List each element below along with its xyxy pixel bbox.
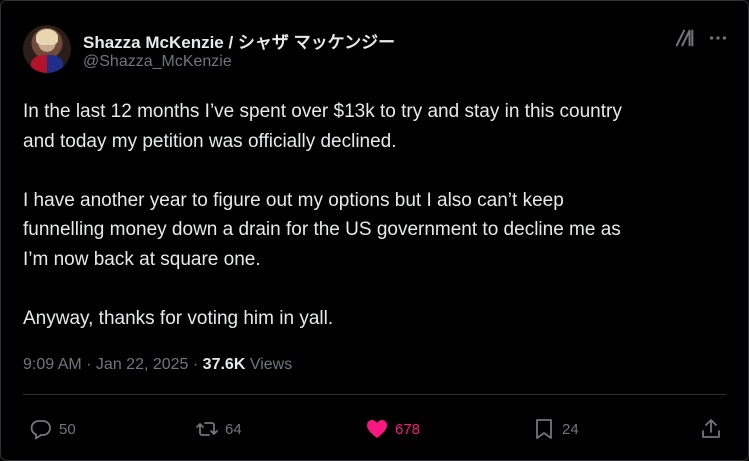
repost-count: 64 xyxy=(225,420,242,438)
grok-icon[interactable] xyxy=(674,27,696,49)
bookmark-button[interactable]: 24 xyxy=(532,414,579,444)
tweet-line: In the last 12 months I’ve spent over $1… xyxy=(23,101,622,122)
share-button[interactable] xyxy=(699,414,729,444)
avatar-hair xyxy=(36,29,58,45)
like-button[interactable]: 678 xyxy=(365,414,420,444)
tweet-line: I have another year to figure out my opt… xyxy=(23,189,564,211)
bookmark-count: 24 xyxy=(562,420,579,438)
repost-icon xyxy=(196,422,218,436)
tweet-date[interactable]: Jan 22, 2025 xyxy=(96,356,189,373)
author-handle[interactable]: @Shazza_McKenzie xyxy=(83,53,232,71)
reply-button[interactable]: 50 xyxy=(29,414,76,444)
divider xyxy=(23,394,726,395)
tweet-line: and today my petition was officially dec… xyxy=(23,130,397,152)
author-display-name[interactable]: Shazza McKenzie / シャザ マッケンジー xyxy=(83,28,395,53)
more-icon[interactable] xyxy=(707,27,729,49)
tweet-time[interactable]: 9:09 AM xyxy=(23,356,82,373)
like-icon xyxy=(367,420,387,438)
repost-button[interactable]: 64 xyxy=(195,414,242,444)
share-icon xyxy=(702,419,720,438)
bookmark-icon xyxy=(536,419,552,439)
avatar[interactable] xyxy=(23,25,71,73)
avatar-shirt xyxy=(31,55,63,73)
tweet-line: Anyway, thanks for voting him in yall. xyxy=(23,307,334,329)
tweet-card: Shazza McKenzie / シャザ マッケンジー @Shazza_McK… xyxy=(0,0,749,461)
reply-count: 50 xyxy=(59,420,76,438)
meta-separator: · xyxy=(188,356,203,373)
like-count: 678 xyxy=(395,420,421,438)
views-count: 37.6K xyxy=(202,356,246,373)
tweet-text: In the last 12 months I’ve spent over $1… xyxy=(23,97,723,333)
tweet-line: I’m now back at square one. xyxy=(23,248,261,270)
meta-separator: · xyxy=(81,356,96,373)
tweet-line: funnelling money down a drain for the US… xyxy=(23,219,621,240)
tweet-meta: 9:09 AM · Jan 22, 2025 · 37.6K Views xyxy=(23,356,292,374)
views-label: Views xyxy=(245,356,293,373)
reply-icon xyxy=(30,420,51,440)
